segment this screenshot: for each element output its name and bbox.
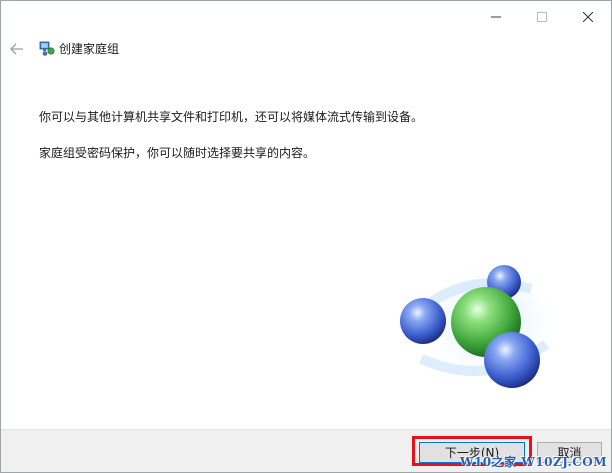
- wizard-footer: 下一步(N) 取消 W10之家 W10ZJ.COM: [1, 429, 611, 472]
- close-button[interactable]: [565, 1, 611, 33]
- homegroup-molecule-illustration: [400, 259, 561, 388]
- minimize-icon: [491, 16, 501, 18]
- back-button[interactable]: [7, 39, 27, 59]
- molecule-atom-bottom: [484, 332, 540, 388]
- maximize-icon: [537, 12, 547, 22]
- description-paragraph-password: 家庭组受密码保护，你可以随时选择要共享的内容。: [39, 146, 316, 160]
- create-homegroup-window: 创建家庭组 你可以与其他计算机共享文件和打印机，还可以将媒体流式传输到设备。 家…: [0, 0, 612, 473]
- wizard-header: 创建家庭组: [1, 37, 611, 61]
- close-icon: [583, 12, 593, 22]
- minimize-button[interactable]: [473, 1, 519, 33]
- wizard-title: 创建家庭组: [59, 42, 120, 56]
- window-caption-controls: [473, 1, 611, 33]
- description-paragraph-sharing: 你可以与其他计算机共享文件和打印机，还可以将媒体流式传输到设备。: [39, 110, 424, 124]
- site-watermark: W10之家 W10ZJ.COM: [459, 455, 607, 469]
- maximize-button[interactable]: [519, 1, 565, 33]
- homegroup-icon: [39, 41, 55, 56]
- molecule-atom-left: [400, 298, 446, 344]
- back-arrow-icon: [10, 43, 23, 55]
